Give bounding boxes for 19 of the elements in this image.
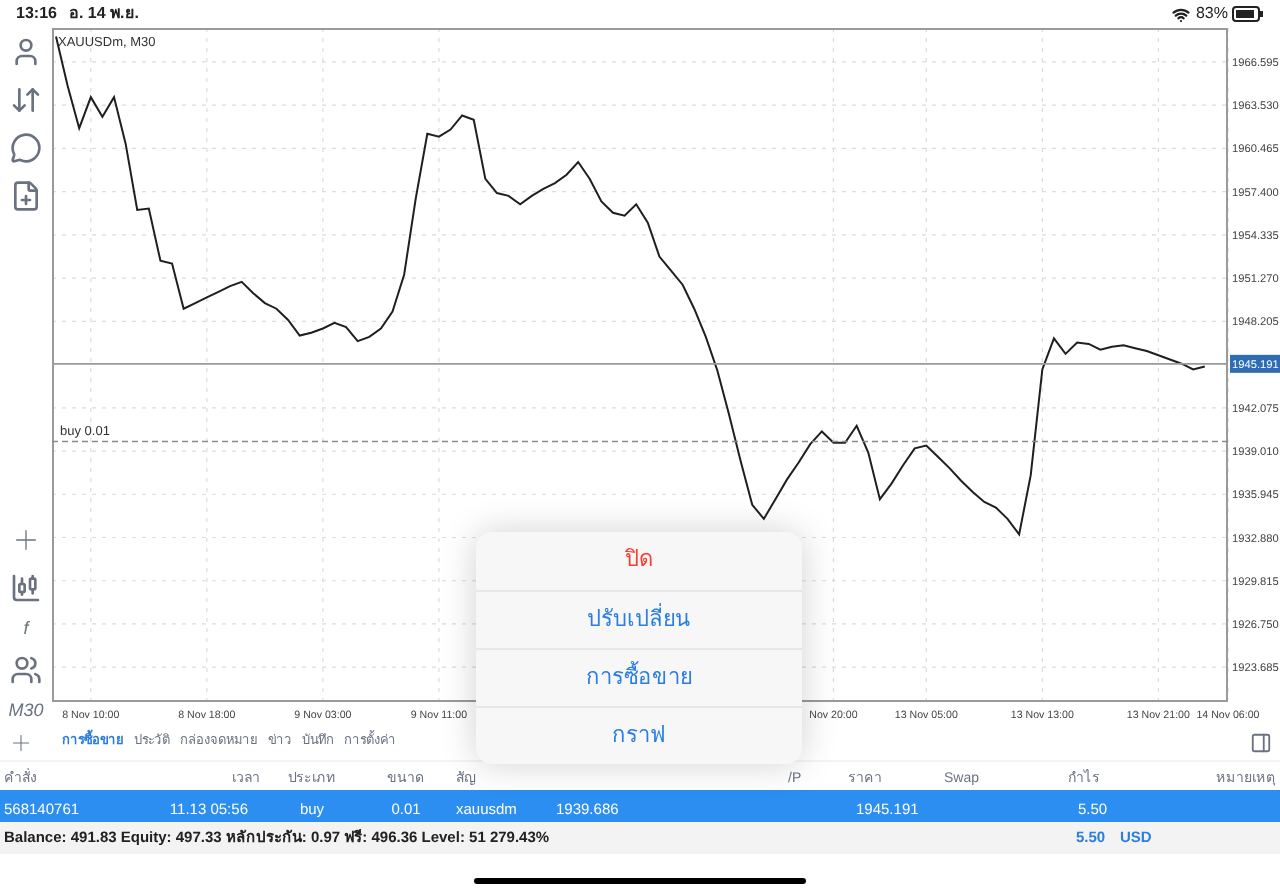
- candles-icon[interactable]: [10, 572, 42, 604]
- crosshair-icon[interactable]: [10, 524, 42, 556]
- battery-icon: [1232, 6, 1264, 22]
- people-icon[interactable]: [10, 654, 42, 686]
- menu-item[interactable]: ปรับเปลี่ยน: [476, 590, 802, 648]
- menu-item[interactable]: การซื้อขาย: [476, 648, 802, 706]
- layout-icon[interactable]: [1250, 731, 1272, 753]
- person-icon[interactable]: [10, 36, 42, 68]
- document-plus-icon[interactable]: [10, 180, 42, 212]
- toolbar-label[interactable]: f: [23, 620, 29, 638]
- toolbar-label[interactable]: M30: [8, 702, 44, 720]
- menu-item[interactable]: ปิด: [476, 532, 802, 590]
- wifi-icon: [1171, 5, 1190, 23]
- battery-level: 83%: [1195, 2, 1228, 26]
- status-date: อ. 14 พ.ย.: [68, 2, 139, 26]
- arrows-icon[interactable]: [10, 84, 42, 116]
- status-time: 13:16: [16, 2, 57, 26]
- chat-icon[interactable]: [10, 132, 42, 164]
- menu-item[interactable]: กราฟ: [476, 706, 802, 764]
